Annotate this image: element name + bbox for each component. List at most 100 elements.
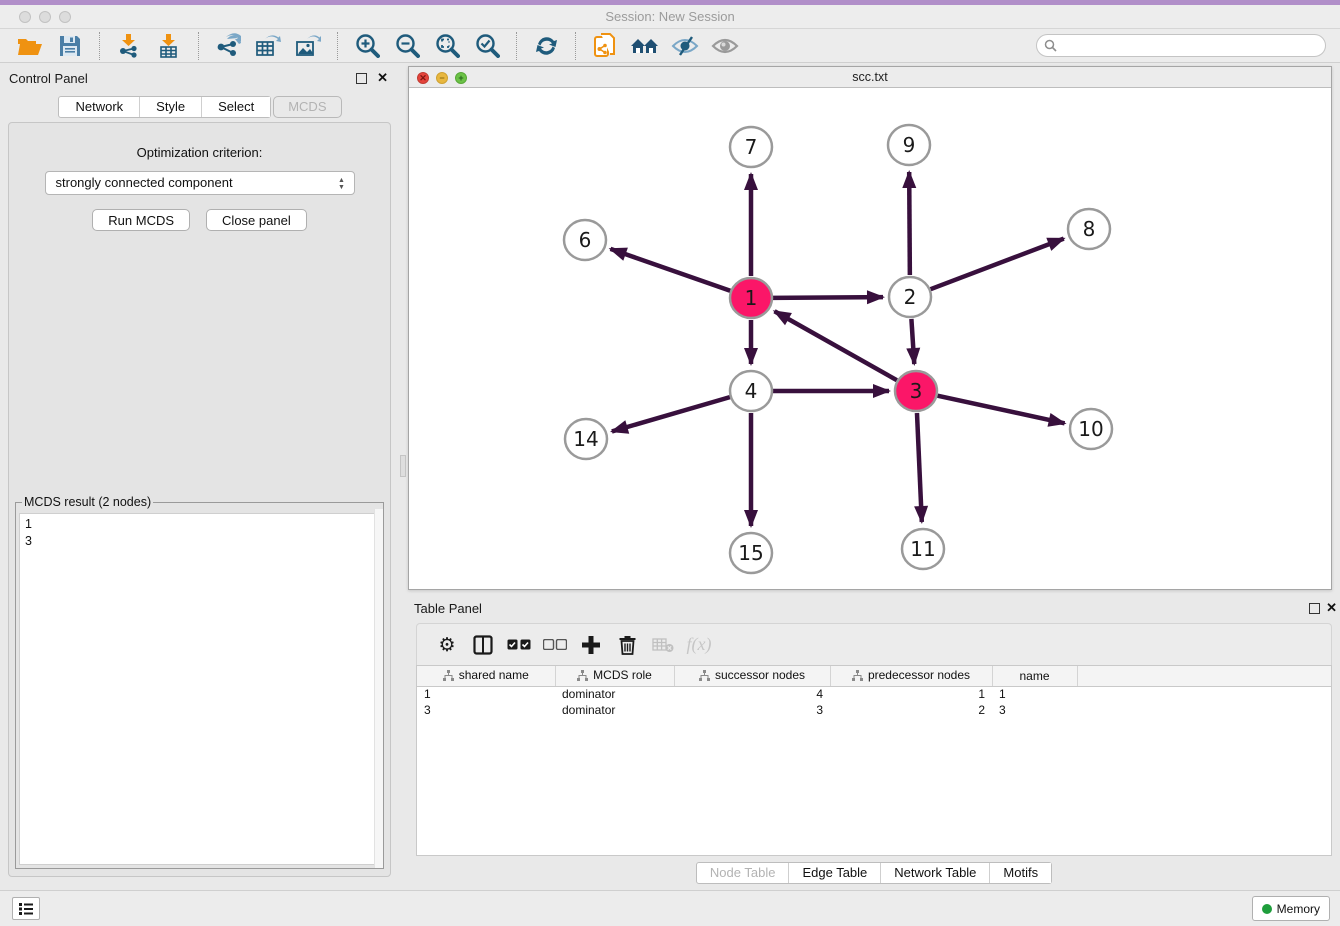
column-type-icon [443, 670, 454, 681]
import-table-icon[interactable] [154, 31, 184, 61]
tab-mcds[interactable]: MCDS [273, 96, 341, 118]
cell-shared-name[interactable]: 1 [417, 686, 555, 702]
cell-predecessor-nodes[interactable]: 2 [830, 702, 992, 718]
mcds-result-title: MCDS result (2 nodes) [22, 495, 153, 509]
add-column-icon[interactable] [578, 632, 604, 658]
memory-button[interactable]: Memory [1252, 896, 1330, 921]
save-session-icon[interactable] [55, 31, 85, 61]
float-panel-icon[interactable] [356, 73, 367, 84]
deselect-all-checkboxes-icon[interactable] [542, 632, 568, 658]
export-network-icon[interactable] [213, 31, 243, 61]
criterion-dropdown[interactable]: strongly connected component ▲▼ [45, 171, 355, 195]
open-file-icon[interactable] [15, 31, 45, 61]
close-panel-icon[interactable]: ✕ [377, 70, 388, 86]
network-window-titlebar[interactable]: ✕ − + scc.txt [409, 67, 1331, 88]
cell-MCDS-role[interactable]: dominator [555, 702, 674, 718]
cell-successor-nodes[interactable]: 3 [674, 702, 830, 718]
network-graph-canvas[interactable]: 7968124314101511 [409, 88, 1331, 589]
zoom-selected-icon[interactable] [472, 31, 502, 61]
show-selected-eye-icon[interactable] [710, 31, 740, 61]
network-window-title: scc.txt [409, 70, 1331, 84]
column-header-MCDS-role[interactable]: MCDS role [555, 666, 674, 686]
criterion-value: strongly connected component [56, 175, 233, 190]
zoom-out-icon[interactable] [392, 31, 422, 61]
control-panel-tabbar: Network Style Select [58, 96, 271, 118]
export-table-icon[interactable] [253, 31, 283, 61]
task-list-icon [18, 902, 34, 916]
mcds-result-group: MCDS result (2 nodes) 1 3 [15, 495, 384, 869]
toolbar-separator [516, 32, 517, 60]
hide-selected-eye-icon[interactable] [670, 31, 700, 61]
edge-3-11[interactable] [917, 413, 922, 522]
graph-node-label-6: 6 [579, 228, 592, 252]
graph-node-label-1: 1 [745, 286, 758, 310]
edge-4-14[interactable] [612, 397, 730, 431]
column-layout-icon[interactable] [470, 632, 496, 658]
cell-shared-name[interactable]: 3 [417, 702, 555, 718]
delete-column-trash-icon[interactable] [614, 632, 640, 658]
edge-2-9[interactable] [909, 172, 910, 275]
control-panel-title: Control Panel [9, 71, 88, 86]
column-type-icon [852, 670, 863, 681]
mcds-result-text[interactable]: 1 3 [19, 513, 380, 865]
select-all-checkboxes-icon[interactable] [506, 632, 532, 658]
tab-edge-table[interactable]: Edge Table [789, 863, 881, 883]
search-input[interactable] [1061, 37, 1325, 55]
column-type-icon [577, 670, 588, 681]
mcds-tab-content: Optimization criterion: strongly connect… [8, 122, 391, 877]
close-table-panel-icon[interactable]: ✕ [1326, 600, 1337, 616]
column-header-successor-nodes[interactable]: successor nodes [674, 666, 830, 686]
graph-node-label-8: 8 [1083, 217, 1096, 241]
export-image-icon[interactable] [293, 31, 323, 61]
tab-network[interactable]: Network [59, 97, 140, 117]
column-header-shared-name[interactable]: shared name [417, 666, 555, 686]
edge-2-3[interactable] [911, 319, 914, 364]
edge-1-6[interactable] [610, 249, 730, 291]
table-row[interactable]: 1dominator411 [417, 686, 1331, 702]
column-header-filler [1077, 666, 1331, 686]
cell-name[interactable]: 3 [992, 702, 1077, 718]
edge-2-8[interactable] [931, 239, 1064, 290]
tab-node-table[interactable]: Node Table [697, 863, 790, 883]
column-header-name[interactable]: name [992, 666, 1077, 686]
cell-MCDS-role[interactable]: dominator [555, 686, 674, 702]
tab-motifs[interactable]: Motifs [990, 863, 1051, 883]
column-header-predecessor-nodes[interactable]: predecessor nodes [830, 666, 992, 686]
graph-node-label-14: 14 [573, 427, 598, 451]
close-panel-button[interactable]: Close panel [206, 209, 307, 231]
graph-node-label-15: 15 [738, 541, 763, 565]
refresh-layout-icon[interactable] [531, 31, 561, 61]
edge-3-10[interactable] [937, 396, 1064, 424]
global-search-field[interactable] [1036, 34, 1326, 57]
run-mcds-button[interactable]: Run MCDS [92, 209, 190, 231]
zoom-in-icon[interactable] [352, 31, 382, 61]
graph-node-label-2: 2 [904, 285, 917, 309]
tab-style[interactable]: Style [140, 97, 202, 117]
result-scrollbar[interactable] [374, 509, 383, 868]
memory-label: Memory [1277, 902, 1320, 916]
tab-select[interactable]: Select [202, 97, 270, 117]
cell-predecessor-nodes[interactable]: 1 [830, 686, 992, 702]
toolbar-separator [99, 32, 100, 60]
duplicate-network-icon[interactable] [590, 31, 620, 61]
cell-successor-nodes[interactable]: 4 [674, 686, 830, 702]
table-row[interactable]: 3dominator323 [417, 702, 1331, 718]
toolbar-separator [337, 32, 338, 60]
graph-node-label-7: 7 [745, 135, 758, 159]
network-view-window: ✕ − + scc.txt 7968124314101511 [408, 66, 1332, 590]
splitter-grip[interactable] [400, 455, 406, 477]
zoom-fit-icon[interactable] [432, 31, 462, 61]
search-icon [1044, 39, 1057, 52]
table-panel: Table Panel ✕ ⚙ f(x) shared nameMCDS rol… [408, 595, 1340, 890]
optimization-criterion-label: Optimization criterion: [9, 145, 390, 160]
task-history-button[interactable] [12, 897, 40, 920]
import-network-icon[interactable] [114, 31, 144, 61]
node-table[interactable]: shared nameMCDS rolesuccessor nodesprede… [416, 665, 1332, 856]
show-all-networks-icon[interactable] [630, 31, 660, 61]
cell-name[interactable]: 1 [992, 686, 1077, 702]
edge-3-1[interactable] [775, 311, 897, 380]
float-table-panel-icon[interactable] [1309, 603, 1320, 614]
edge-1-2[interactable] [773, 297, 883, 298]
table-settings-gear-icon[interactable]: ⚙ [434, 632, 460, 658]
tab-network-table[interactable]: Network Table [881, 863, 990, 883]
